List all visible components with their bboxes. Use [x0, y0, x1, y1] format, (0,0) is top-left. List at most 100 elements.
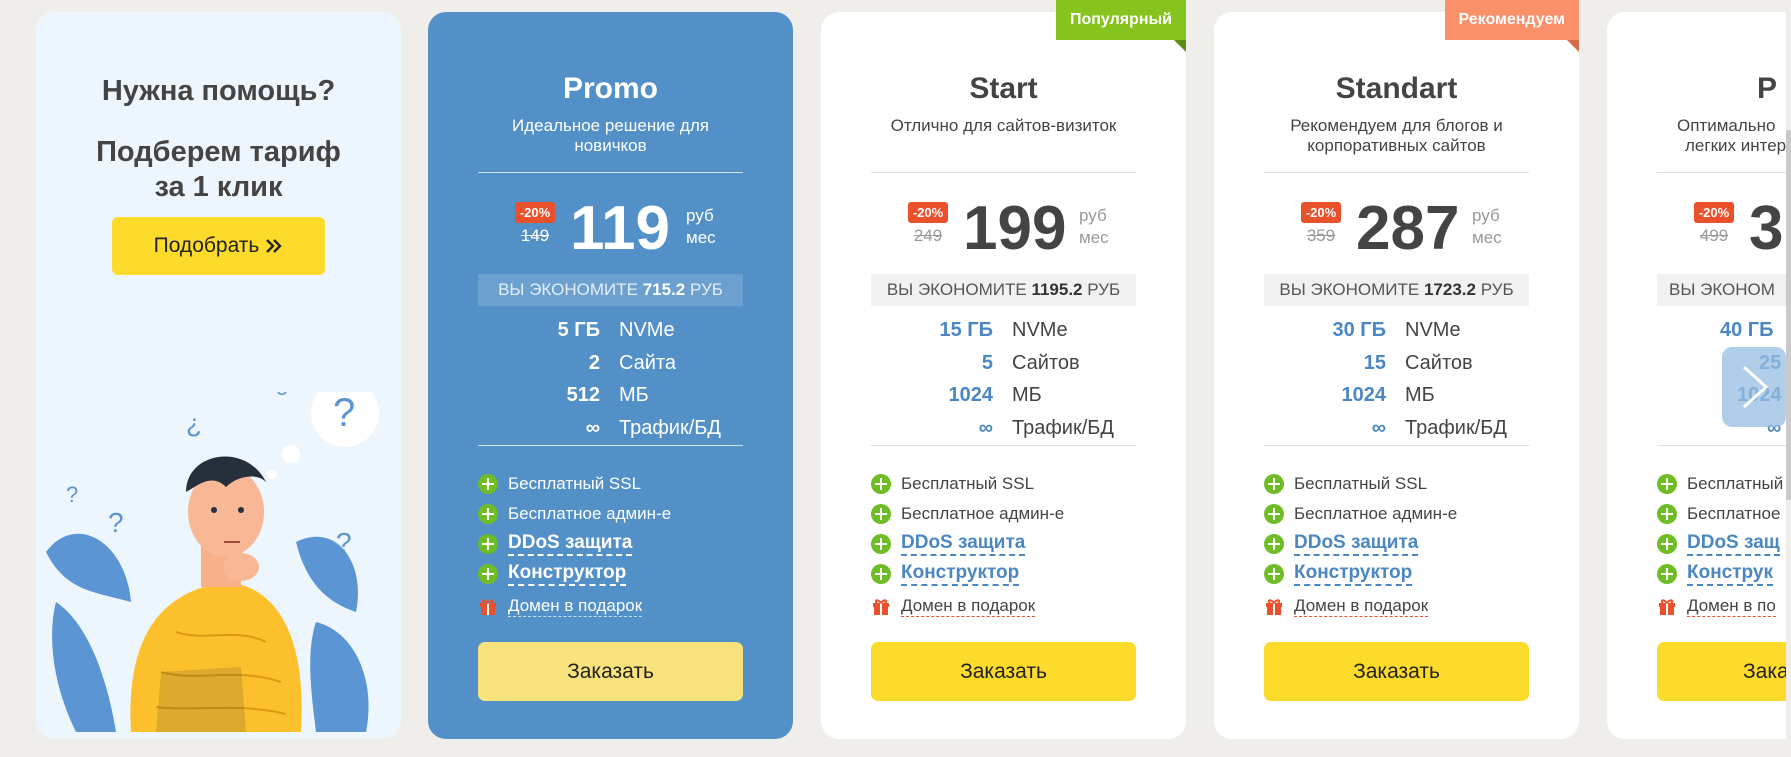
svg-text:?: ? — [66, 482, 78, 507]
feature-label[interactable]: Домен в по — [1687, 596, 1776, 617]
feature-label[interactable]: Домен в подарок — [901, 596, 1036, 617]
feature-gift[interactable]: Домен в подарок — [1264, 593, 1429, 619]
spec-value: 5 ГБ — [557, 319, 600, 341]
double-chevron-right-icon — [266, 239, 283, 253]
feature-item: Бесплатный — [1657, 471, 1783, 497]
plan-card-standart: Рекомендуем Standart Рекомендуем для бло… — [1214, 0, 1579, 739]
feature-item: Бесплатный SSL — [1264, 471, 1427, 497]
plan-description-line1: Рекомендуем для блогов и — [1290, 116, 1503, 135]
scrollbar-thumb[interactable] — [1786, 130, 1791, 500]
feature-link-builder[interactable]: Конструктор — [1264, 561, 1413, 587]
plus-circle-icon — [1657, 474, 1677, 494]
plan-description-line1: Оптимально — [1677, 116, 1776, 135]
price-row: -20% 359 287 руб мес — [1214, 194, 1579, 264]
feature-link-ddos[interactable]: DDoS защита — [871, 531, 1026, 557]
discount-block: -20% 359 — [1298, 202, 1344, 246]
savings-bar: ВЫ ЭКОНОМИТЕ 1723.2 РУБ — [1264, 274, 1529, 306]
feature-link-ddos[interactable]: DDoS защ — [1657, 531, 1780, 557]
carousel-next-button[interactable] — [1722, 347, 1786, 427]
spec-row: 30 ГБ NVMe — [1214, 314, 1579, 346]
feature-gift[interactable]: Домен в подарок — [871, 593, 1036, 619]
spec-label: Трафик/БД — [1405, 417, 1507, 439]
order-button[interactable]: Заказать — [478, 642, 743, 701]
gift-icon — [1659, 599, 1675, 615]
spec-row: ∞ Трафик/БД — [1214, 412, 1579, 444]
feature-label[interactable]: Конструк — [1687, 562, 1773, 586]
help-card: Нужна помощь? Подберем тариф за 1 клик П… — [36, 12, 401, 739]
feature-label[interactable]: DDoS защ — [1687, 532, 1780, 556]
savings-currency: РУБ — [1087, 280, 1121, 299]
spec-label: NVMe — [1012, 319, 1068, 341]
savings-label: ВЫ ЭКОНОМИТЕ — [498, 280, 638, 299]
help-subtitle: Подберем тариф за 1 клик — [76, 135, 361, 205]
order-button[interactable]: Заказать — [1264, 642, 1529, 701]
price-row: -20% 499 3 — [1607, 194, 1791, 264]
spec-row: ∞ Трафик/БД — [821, 412, 1186, 444]
price-row: -20% 149 119 руб мес — [428, 194, 793, 264]
discount-badge: -20% — [1300, 202, 1342, 223]
feature-label[interactable]: DDoS защита — [901, 532, 1026, 556]
plan-description: Оптимально легких интер — [1677, 116, 1791, 156]
feature-link-builder[interactable]: Конструктор — [478, 561, 627, 587]
spec-row: 2 Сайта — [428, 347, 793, 379]
pick-tariff-label: Подобрать — [153, 234, 260, 257]
plan-description-line1: Отлично для сайтов-визиток — [890, 116, 1117, 135]
price: 119 — [570, 194, 671, 263]
plan-description-line2: корпоративных сайтов — [1307, 136, 1486, 155]
feature-label[interactable]: DDoS защита — [1294, 532, 1419, 556]
plus-circle-icon — [478, 504, 498, 524]
spec-value: 15 ГБ — [939, 319, 993, 341]
tariff-carousel: Нужна помощь? Подберем тариф за 1 клик П… — [0, 0, 1791, 757]
feature-label[interactable]: Конструктор — [901, 562, 1020, 586]
plus-circle-icon — [1264, 534, 1284, 554]
feature-link-builder[interactable]: Конструк — [1657, 561, 1773, 587]
feature-label[interactable]: Домен в подарок — [508, 596, 643, 617]
price: 287 — [1356, 194, 1460, 263]
savings-value: 1195.2 — [1031, 280, 1083, 299]
popular-ribbon: Популярный — [1055, 0, 1187, 52]
feature-label: Бесплатный SSL — [1294, 474, 1428, 493]
feature-label[interactable]: Конструктор — [508, 562, 627, 586]
plus-circle-icon — [478, 564, 498, 584]
price-period: мес — [686, 228, 716, 247]
plus-circle-icon — [871, 534, 891, 554]
order-button[interactable]: Зака — [1657, 642, 1791, 701]
feature-link-builder[interactable]: Конструктор — [871, 561, 1020, 587]
feature-gift[interactable]: Домен в подарок — [478, 593, 643, 619]
spec-value: ∞ — [978, 417, 993, 439]
plan-card-promo: Promo Идеальное решение для новичков -20… — [428, 12, 793, 739]
feature-label[interactable]: Домен в подарок — [1294, 596, 1429, 617]
feature-link-ddos[interactable]: DDoS защита — [478, 531, 633, 557]
discount-block: -20% 499 — [1691, 202, 1737, 246]
spec-label: Сайта — [619, 352, 677, 374]
spec-label: МБ — [1405, 384, 1435, 406]
plus-circle-icon — [871, 474, 891, 494]
feature-link-ddos[interactable]: DDoS защита — [1264, 531, 1419, 557]
spec-value: 1024 — [948, 384, 994, 406]
feature-gift[interactable]: Домен в по — [1657, 593, 1776, 619]
discount-badge: -20% — [514, 202, 556, 223]
plan-description-line2: новичков — [574, 136, 647, 155]
spec-row: 1024 МБ — [821, 379, 1186, 411]
feature-label[interactable]: DDoS защита — [508, 532, 633, 556]
spec-row: 5 Сайтов — [821, 347, 1186, 379]
plus-circle-icon — [1264, 564, 1284, 584]
order-button[interactable]: Заказать — [871, 642, 1136, 701]
spec-value: 512 — [566, 384, 600, 406]
feature-label[interactable]: Конструктор — [1294, 562, 1413, 586]
savings-label: ВЫ ЭКОНОМ — [1669, 280, 1775, 299]
spec-label: NVMe — [619, 319, 675, 341]
old-price: 359 — [1306, 226, 1336, 245]
divider — [871, 172, 1136, 173]
divider — [871, 445, 1136, 446]
spec-value: 40 ГБ — [1720, 319, 1774, 341]
discount-block: -20% 149 — [512, 202, 558, 246]
discount-badge: -20% — [1693, 202, 1735, 223]
price-row: -20% 249 199 руб мес — [821, 194, 1186, 264]
spec-row: 15 Сайтов — [1214, 347, 1579, 379]
feature-label: Бесплатное админ-е — [901, 504, 1065, 523]
pick-tariff-button[interactable]: Подобрать — [112, 217, 325, 275]
price: 199 — [963, 194, 1067, 263]
spec-label: Сайтов — [1405, 352, 1473, 374]
old-price: 499 — [1699, 226, 1729, 245]
